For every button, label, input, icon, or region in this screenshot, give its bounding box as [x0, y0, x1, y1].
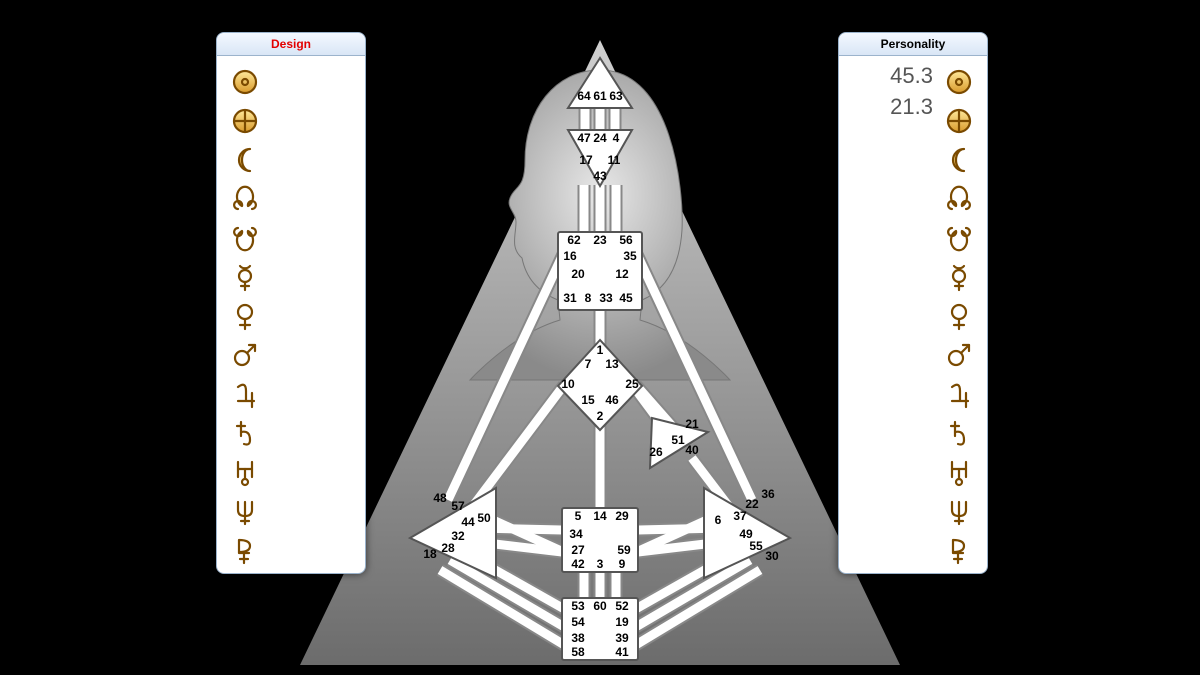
personality-planet-column — [939, 56, 979, 569]
sun-icon — [225, 62, 265, 101]
gate-48: 48 — [433, 491, 447, 505]
gate-38: 38 — [571, 631, 585, 645]
personality-values: 45.321.3 — [853, 61, 933, 123]
gate-62: 62 — [567, 233, 581, 247]
pluto-icon — [939, 530, 979, 569]
earth-icon — [939, 101, 979, 140]
gate-15: 15 — [581, 393, 595, 407]
gate-30: 30 — [765, 549, 779, 563]
gate-13: 13 — [605, 357, 619, 371]
saturn-icon — [225, 413, 265, 452]
uranus-icon — [939, 452, 979, 491]
bodygraph: 6461634724417114362235616352012318334517… — [300, 30, 900, 668]
north-node-icon — [225, 179, 265, 218]
gate-6: 6 — [715, 513, 722, 527]
gate-40: 40 — [685, 443, 699, 457]
sun-icon — [939, 62, 979, 101]
uranus-icon — [225, 452, 265, 491]
venus-icon — [225, 296, 265, 335]
gate-17: 17 — [579, 153, 593, 167]
gate-10: 10 — [561, 377, 575, 391]
jupiter-icon — [225, 374, 265, 413]
gate-46: 46 — [605, 393, 619, 407]
gate-51: 51 — [671, 433, 685, 447]
mars-icon — [939, 335, 979, 374]
gate-23: 23 — [593, 233, 607, 247]
mars-icon — [225, 335, 265, 374]
gate-28: 28 — [441, 541, 455, 555]
gate-63: 63 — [609, 89, 623, 103]
pluto-icon — [225, 530, 265, 569]
gate-57: 57 — [451, 499, 465, 513]
gate-58: 58 — [571, 645, 585, 659]
gate-16: 16 — [563, 249, 577, 263]
gate-56: 56 — [619, 233, 633, 247]
gate-9: 9 — [619, 557, 626, 571]
mercury-icon — [939, 257, 979, 296]
gate-1: 1 — [597, 343, 604, 357]
gate-60: 60 — [593, 599, 607, 613]
gate-12: 12 — [615, 267, 629, 281]
gate-26: 26 — [649, 445, 663, 459]
gate-36: 36 — [761, 487, 775, 501]
gate-41: 41 — [615, 645, 629, 659]
gate-27: 27 — [571, 543, 585, 557]
gate-44: 44 — [461, 515, 475, 529]
gate-54: 54 — [571, 615, 585, 629]
neptune-icon — [225, 491, 265, 530]
moon-icon — [225, 140, 265, 179]
south-node-icon — [225, 218, 265, 257]
personality-header: Personality — [839, 33, 987, 56]
gate-45: 45 — [619, 291, 633, 305]
gate-50: 50 — [477, 511, 491, 525]
gate-43: 43 — [593, 169, 607, 183]
mercury-icon — [225, 257, 265, 296]
personality-value: 45.3 — [853, 61, 933, 92]
gate-64: 64 — [577, 89, 591, 103]
venus-icon — [939, 296, 979, 335]
gate-42: 42 — [571, 557, 585, 571]
personality-panel: Personality 45.321.3 — [838, 32, 988, 574]
gate-20: 20 — [571, 267, 585, 281]
design-panel: Design — [216, 32, 366, 574]
gate-3: 3 — [597, 557, 604, 571]
gate-19: 19 — [615, 615, 629, 629]
gate-52: 52 — [615, 599, 629, 613]
gate-21: 21 — [685, 417, 699, 431]
gate-7: 7 — [585, 357, 592, 371]
gate-31: 31 — [563, 291, 577, 305]
earth-icon — [225, 101, 265, 140]
gate-34: 34 — [569, 527, 583, 541]
gate-59: 59 — [617, 543, 631, 557]
gate-5: 5 — [575, 509, 582, 523]
gate-4: 4 — [613, 131, 620, 145]
moon-icon — [939, 140, 979, 179]
saturn-icon — [939, 413, 979, 452]
personality-value: 21.3 — [853, 92, 933, 123]
gate-53: 53 — [571, 599, 585, 613]
gate-33: 33 — [599, 291, 613, 305]
south-node-icon — [939, 218, 979, 257]
design-header: Design — [217, 33, 365, 56]
gate-2: 2 — [597, 409, 604, 423]
gate-22: 22 — [745, 497, 759, 511]
chart-stage: 6461634724417114362235616352012318334517… — [0, 0, 1200, 675]
gate-18: 18 — [423, 547, 437, 561]
gate-24: 24 — [593, 131, 607, 145]
gate-11: 11 — [608, 153, 621, 167]
gate-55: 55 — [749, 539, 763, 553]
gate-29: 29 — [615, 509, 629, 523]
neptune-icon — [939, 491, 979, 530]
gate-25: 25 — [625, 377, 639, 391]
gate-37: 37 — [733, 509, 747, 523]
jupiter-icon — [939, 374, 979, 413]
gate-35: 35 — [623, 249, 637, 263]
design-planet-column — [225, 56, 265, 569]
gate-47: 47 — [577, 131, 591, 145]
gate-14: 14 — [593, 509, 607, 523]
north-node-icon — [939, 179, 979, 218]
gate-61: 61 — [593, 89, 607, 103]
gate-8: 8 — [585, 291, 592, 305]
gate-39: 39 — [615, 631, 629, 645]
